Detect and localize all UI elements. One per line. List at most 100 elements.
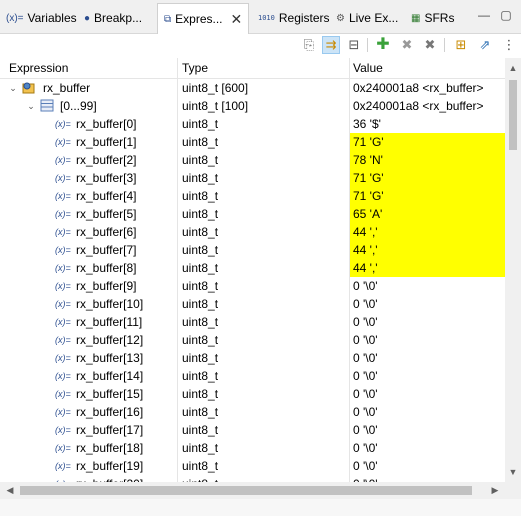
header-value[interactable]: Value xyxy=(350,58,505,78)
value-cell[interactable]: 71 'G' xyxy=(350,169,505,187)
tree-row-element[interactable]: (x)= rx_buffer[5] uint8_t 65 'A' xyxy=(0,205,505,223)
type-cell: uint8_t xyxy=(182,135,219,149)
tree-row-root[interactable]: ⌄ rx_buffer uint8_t [600] 0x240001a8 <rx… xyxy=(0,79,505,97)
value-cell[interactable]: 65 'A' xyxy=(350,205,505,223)
tree-row-element[interactable]: (x)= rx_buffer[19] uint8_t 0 '\0' xyxy=(0,457,505,475)
header-expression[interactable]: Expression xyxy=(0,58,177,78)
expression-cell: (x)= rx_buffer[4] xyxy=(0,187,177,205)
value-cell[interactable]: 0 '\0' xyxy=(350,385,505,403)
tree-row-element[interactable]: (x)= rx_buffer[14] uint8_t 0 '\0' xyxy=(0,367,505,385)
scroll-left-icon[interactable]: ◀ xyxy=(2,482,18,499)
toolbar-separator xyxy=(444,38,445,52)
expression-cell: (x)= rx_buffer[5] xyxy=(0,205,177,223)
tree-row-element[interactable]: (x)= rx_buffer[16] uint8_t 0 '\0' xyxy=(0,403,505,421)
expression-name: rx_buffer[12] xyxy=(76,333,144,347)
value-cell[interactable]: 0x240001a8 <rx_buffer> xyxy=(350,79,505,97)
tree-row-element[interactable]: (x)= rx_buffer[3] uint8_t 71 'G' xyxy=(0,169,505,187)
tree-row-element[interactable]: (x)= rx_buffer[10] uint8_t 0 '\0' xyxy=(0,295,505,313)
tree-row-element[interactable]: (x)= rx_buffer[1] uint8_t 71 'G' xyxy=(0,133,505,151)
export-icon[interactable]: ⇗ xyxy=(476,36,494,54)
tree-row-element[interactable]: (x)= rx_buffer[2] uint8_t 78 'N' xyxy=(0,151,505,169)
expression-name: rx_buffer[6] xyxy=(76,225,137,239)
value-cell[interactable]: 0 '\0' xyxy=(350,367,505,385)
minimize-icon[interactable]: — xyxy=(478,9,490,21)
expression-name: rx_buffer[9] xyxy=(76,279,137,293)
value-cell[interactable]: 71 'G' xyxy=(350,187,505,205)
maximize-icon[interactable]: ▢ xyxy=(500,9,512,21)
value-cell[interactable]: 44 ',' xyxy=(350,241,505,259)
value-cell[interactable]: 71 'G' xyxy=(350,133,505,151)
value-cell[interactable]: 44 ',' xyxy=(350,223,505,241)
expression-name: rx_buffer[1] xyxy=(76,135,137,149)
value-cell[interactable]: 36 '$' xyxy=(350,115,505,133)
value-cell[interactable]: 0 '\0' xyxy=(350,457,505,475)
value-cell[interactable]: 0 '\0' xyxy=(350,313,505,331)
expression-cell: (x)= rx_buffer[3] xyxy=(0,169,177,187)
vertical-scroll-thumb[interactable] xyxy=(509,80,517,150)
value-cell[interactable]: 0 '\0' xyxy=(350,421,505,439)
expression-cell: (x)= rx_buffer[10] xyxy=(0,295,177,313)
tab-expressions[interactable]: ⧉ Expres... ✕ xyxy=(157,3,250,34)
tab-live-expressions[interactable]: ⚙ Live Ex... xyxy=(336,6,398,30)
tree-row-range[interactable]: ⌄ [0...99] uint8_t [100] 0x240001a8 <rx_… xyxy=(0,97,505,115)
tree-row-element[interactable]: (x)= rx_buffer[4] uint8_t 71 'G' xyxy=(0,187,505,205)
value-cell[interactable]: 0 '\0' xyxy=(350,295,505,313)
value-cell[interactable]: 78 'N' xyxy=(350,151,505,169)
tab-label: Expres... xyxy=(175,12,223,26)
value-cell[interactable]: 44 ',' xyxy=(350,259,505,277)
tree-row-element[interactable]: (x)= rx_buffer[9] uint8_t 0 '\0' xyxy=(0,277,505,295)
value-cell[interactable]: 0x240001a8 <rx_buffer> xyxy=(350,97,505,115)
add-expression-icon[interactable]: ✚ xyxy=(374,36,392,54)
tab-label: Variables xyxy=(27,11,77,25)
chevron-down-icon[interactable]: ⌄ xyxy=(26,97,36,115)
tree-row-element[interactable]: (x)= rx_buffer[6] uint8_t 44 ',' xyxy=(0,223,505,241)
expression-cell: (x)= rx_buffer[11] xyxy=(0,313,177,331)
variable-icon: (x)= xyxy=(55,263,71,273)
tree-row-element[interactable]: (x)= rx_buffer[13] uint8_t 0 '\0' xyxy=(0,349,505,367)
tree-row-element[interactable]: (x)= rx_buffer[7] uint8_t 44 ',' xyxy=(0,241,505,259)
value-cell[interactable]: 0 '\0' xyxy=(350,475,505,482)
tree-row-element[interactable]: (x)= rx_buffer[11] uint8_t 0 '\0' xyxy=(0,313,505,331)
value-cell[interactable]: 0 '\0' xyxy=(350,277,505,295)
type-cell: uint8_t [100] xyxy=(182,99,249,113)
expression-cell: (x)= rx_buffer[18] xyxy=(0,439,177,457)
value-cell[interactable]: 0 '\0' xyxy=(350,349,505,367)
tree-row-element[interactable]: (x)= rx_buffer[18] uint8_t 0 '\0' xyxy=(0,439,505,457)
scroll-up-icon[interactable]: ▲ xyxy=(505,60,521,76)
value-cell[interactable]: 0 '\0' xyxy=(350,403,505,421)
value-cell[interactable]: 0 '\0' xyxy=(350,331,505,349)
tree-row-element[interactable]: (x)= rx_buffer[8] uint8_t 44 ',' xyxy=(0,259,505,277)
close-icon[interactable]: ✕ xyxy=(231,11,243,28)
tab-breakpoints[interactable]: ● Breakp... xyxy=(84,6,142,30)
type-cell: uint8_t xyxy=(182,261,219,275)
tree-row-element[interactable]: (x)= rx_buffer[12] uint8_t 0 '\0' xyxy=(0,331,505,349)
tree-row-element[interactable]: (x)= rx_buffer[15] uint8_t 0 '\0' xyxy=(0,385,505,403)
horizontal-scroll-thumb[interactable] xyxy=(20,486,472,495)
horizontal-scrollbar[interactable]: ◀ ▶ xyxy=(0,482,521,499)
tree-row-element[interactable]: (x)= rx_buffer[0] uint8_t 36 '$' xyxy=(0,115,505,133)
new-window-icon[interactable]: ⊞ xyxy=(452,36,470,54)
expression-name: rx_buffer[2] xyxy=(76,153,137,167)
variable-icon: (x)= xyxy=(55,407,71,417)
scroll-right-icon[interactable]: ▶ xyxy=(487,482,503,499)
tab-label: Breakp... xyxy=(94,11,143,25)
view-menu-icon[interactable]: ⋮ xyxy=(500,36,518,54)
tab-registers[interactable]: 1010 Registers xyxy=(258,6,330,30)
vertical-scrollbar[interactable]: ▲ ▼ xyxy=(505,58,521,482)
tree-row-element[interactable]: (x)= rx_buffer[17] uint8_t 0 '\0' xyxy=(0,421,505,439)
remove-expression-icon[interactable]: ✖ xyxy=(398,36,416,54)
show-logical-structure-icon[interactable]: ⇉ xyxy=(322,36,340,54)
tab-sfrs[interactable]: ▦ SFRs xyxy=(411,6,454,30)
tab-variables[interactable]: (x)= Variables xyxy=(6,6,77,30)
remove-all-icon[interactable]: ✖ xyxy=(421,36,439,54)
variable-icon: (x)= xyxy=(55,475,71,482)
variable-icon: (x)= xyxy=(55,137,71,147)
value-cell[interactable]: 0 '\0' xyxy=(350,439,505,457)
collapse-all-icon[interactable]: ⊟ xyxy=(345,36,363,54)
chevron-down-icon[interactable]: ⌄ xyxy=(8,79,18,97)
scroll-down-icon[interactable]: ▼ xyxy=(505,464,521,480)
show-type-names-icon[interactable]: ⎘ xyxy=(300,36,318,54)
header-type[interactable]: Type xyxy=(178,58,349,78)
tree-row-element[interactable]: (x)= rx_buffer[20] uint8_t0 '\0' xyxy=(0,475,505,482)
type-cell: uint8_t xyxy=(182,297,219,311)
